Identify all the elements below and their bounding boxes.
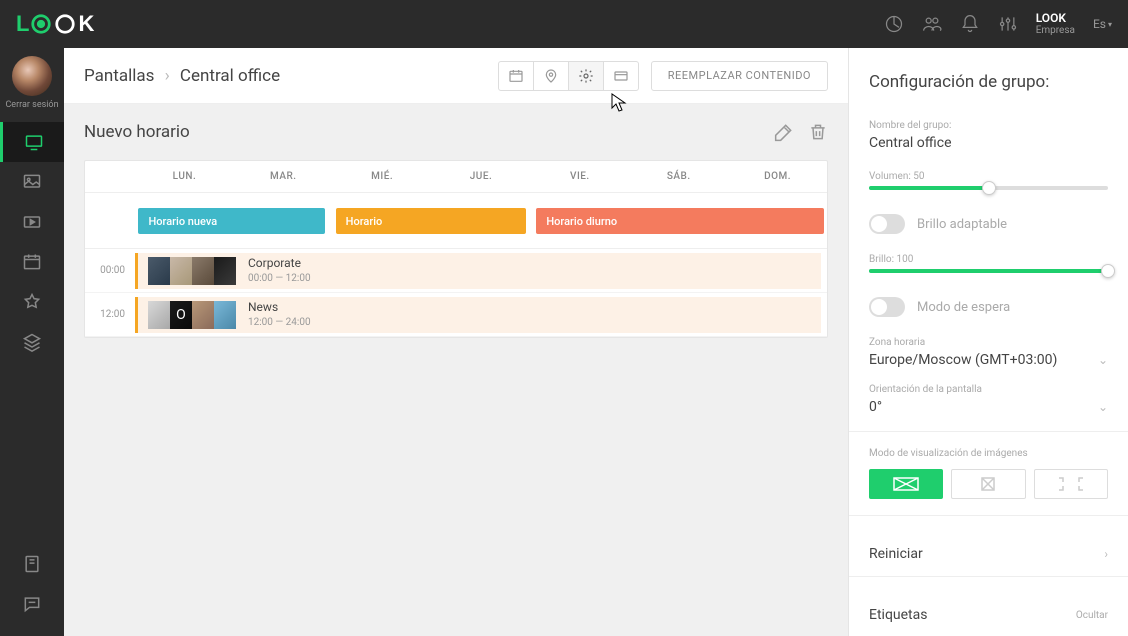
- avatar[interactable]: [12, 56, 52, 96]
- volume-slider[interactable]: [869, 186, 1108, 190]
- sidebar-item-apps[interactable]: [0, 282, 64, 322]
- settings-icon[interactable]: [998, 14, 1018, 34]
- brightness-slider[interactable]: [869, 269, 1108, 273]
- playlist-name: News: [248, 300, 311, 316]
- calendar-button[interactable]: [498, 61, 534, 91]
- orientation-label: Orientación de la pantalla: [869, 384, 1108, 395]
- standby-label: Modo de espera: [917, 300, 1010, 315]
- image-mode-label: Modo de visualización de imágenes: [869, 448, 1108, 459]
- sidebar-item-schedules[interactable]: [0, 242, 64, 282]
- main-area: Pantallas › Central office REEMPLAZAR CO…: [64, 48, 848, 636]
- playlist-time: 12:00: [85, 309, 135, 320]
- panel-title: Configuración de grupo:: [869, 72, 1108, 92]
- playlist-thumbs: [148, 257, 236, 285]
- adaptive-brightness-label: Brillo adaptable: [917, 217, 1007, 232]
- adaptive-brightness-toggle[interactable]: [869, 214, 905, 234]
- breadcrumb: Pantallas › Central office: [84, 66, 280, 86]
- user-subtitle: Empresa: [1036, 25, 1075, 36]
- group-name-label: Nombre del grupo:: [869, 120, 1108, 131]
- sidebar-item-help[interactable]: [0, 544, 64, 584]
- bell-icon[interactable]: [960, 14, 980, 34]
- chevron-right-icon: ›: [1104, 547, 1108, 561]
- day-header: SÁB.: [629, 161, 728, 192]
- chevron-down-icon: ⌄: [1098, 353, 1108, 367]
- sidebar: Cerrar sesión: [0, 48, 64, 636]
- day-header: LUN.: [135, 161, 234, 192]
- chevron-down-icon: ⌄: [1098, 400, 1108, 414]
- image-mode-stretch[interactable]: [869, 469, 943, 499]
- tags-link[interactable]: Etiquetas Ocultar: [869, 593, 1108, 636]
- restart-link[interactable]: Reiniciar ›: [869, 532, 1108, 576]
- trash-icon[interactable]: [808, 122, 828, 142]
- sidebar-item-screens[interactable]: [0, 122, 64, 162]
- stats-icon[interactable]: [884, 14, 904, 34]
- day-header: JUE.: [432, 161, 531, 192]
- user-name: LOOK: [1036, 12, 1066, 25]
- schedule-bar[interactable]: Horario nueva: [138, 208, 325, 234]
- day-header: VIE.: [530, 161, 629, 192]
- main-header: Pantallas › Central office REEMPLAZAR CO…: [64, 48, 848, 104]
- content-title: Nuevo horario: [84, 122, 190, 142]
- orientation-select[interactable]: 0° ⌄: [869, 399, 1108, 415]
- image-mode-fit[interactable]: [951, 469, 1025, 499]
- playlist-row[interactable]: 00:00 Corporate 00:00 — 12:00: [85, 249, 827, 293]
- user-menu[interactable]: LOOK Empresa: [1036, 12, 1075, 36]
- playlist-time: 00:00: [85, 265, 135, 276]
- playlist-name: Corporate: [248, 256, 311, 272]
- playlist-row[interactable]: 12:00 O News 12:00 — 24:00: [85, 293, 827, 337]
- sidebar-item-layers[interactable]: [0, 322, 64, 362]
- playlist-range: 00:00 — 12:00: [248, 272, 311, 285]
- timezone-select[interactable]: Europe/Moscow (GMT+03:00) ⌄: [869, 352, 1108, 368]
- breadcrumb-root[interactable]: Pantallas: [84, 66, 154, 86]
- language-selector[interactable]: Es ▾: [1093, 17, 1112, 31]
- settings-button[interactable]: [568, 61, 604, 91]
- brightness-label: Brillo: 100: [869, 254, 1108, 265]
- playlist-range: 12:00 — 24:00: [248, 316, 311, 329]
- location-button[interactable]: [533, 61, 569, 91]
- settings-panel: Configuración de grupo: Nombre del grupo…: [848, 48, 1128, 636]
- timezone-label: Zona horaria: [869, 337, 1108, 348]
- schedule-bar[interactable]: Horario diurno: [536, 208, 823, 234]
- day-header: MIÉ.: [333, 161, 432, 192]
- topbar: L K LOOK Empresa Es ▾: [0, 0, 1128, 48]
- logout-link[interactable]: Cerrar sesión: [5, 100, 58, 110]
- logo[interactable]: L K: [16, 11, 93, 37]
- edit-icon[interactable]: [774, 122, 794, 142]
- sidebar-item-media[interactable]: [0, 162, 64, 202]
- replace-content-button[interactable]: REEMPLAZAR CONTENIDO: [651, 61, 828, 91]
- playlist-thumbs: O: [148, 301, 236, 329]
- standby-toggle[interactable]: [869, 297, 905, 317]
- day-header: DOM.: [728, 161, 827, 192]
- breadcrumb-current: Central office: [180, 66, 280, 86]
- image-mode-fill[interactable]: [1034, 469, 1108, 499]
- card-button[interactable]: [603, 61, 639, 91]
- group-name-value[interactable]: Central office: [869, 135, 1108, 151]
- users-icon[interactable]: [922, 14, 942, 34]
- schedule-grid: LUN. MAR. MIÉ. JUE. VIE. SÁB. DOM. Horar…: [84, 160, 828, 338]
- sidebar-item-playlists[interactable]: [0, 202, 64, 242]
- schedule-bar[interactable]: Horario: [336, 208, 526, 234]
- day-header: MAR.: [234, 161, 333, 192]
- sidebar-item-chat[interactable]: [0, 584, 64, 624]
